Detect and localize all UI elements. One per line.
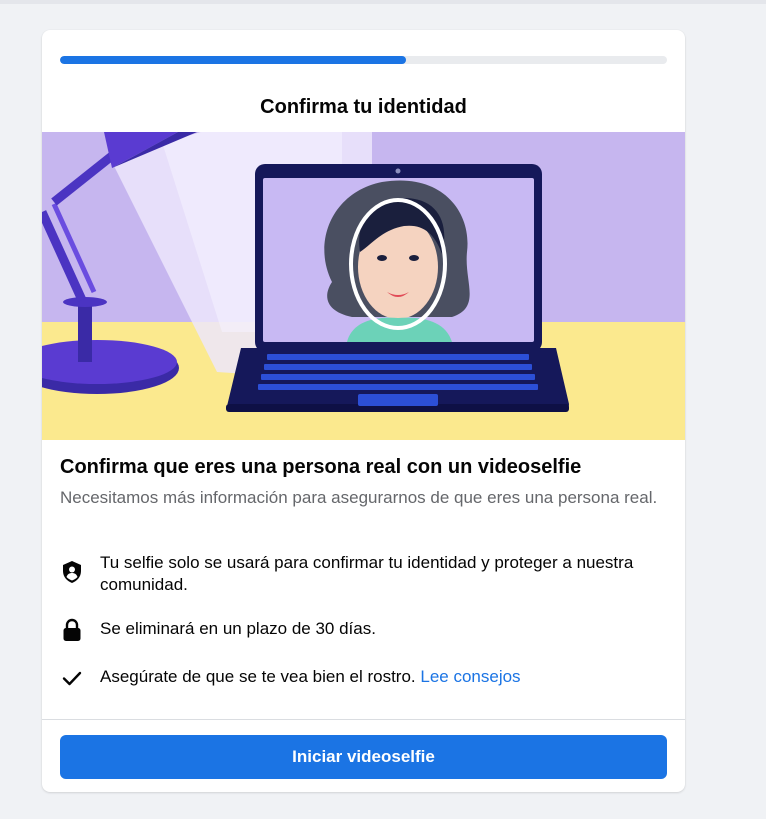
lock-icon xyxy=(60,618,84,642)
list-item-text: Se eliminará en un plazo de 30 días. xyxy=(100,619,376,638)
video-selfie-illustration xyxy=(42,132,685,440)
list-item-face-visibility: Asegúrate de que se te vea bien el rostr… xyxy=(60,666,670,690)
start-video-selfie-button[interactable]: Iniciar videoselfie xyxy=(60,735,667,779)
divider xyxy=(42,719,685,720)
card-title: Confirma tu identidad xyxy=(260,96,467,118)
read-tips-link[interactable]: Lee consejos xyxy=(420,667,520,686)
subtitle: Necesitamos más información para asegura… xyxy=(60,488,658,507)
shield-person-icon xyxy=(60,560,84,584)
headline: Confirma que eres una persona real con u… xyxy=(60,456,582,478)
checkmark-icon xyxy=(60,666,84,690)
top-border xyxy=(0,0,766,4)
list-item-text: Tu selfie solo se usará para confirmar t… xyxy=(100,553,634,594)
progress-fill xyxy=(60,56,406,64)
list-item-text-main: Asegúrate de que se te vea bien el rostr… xyxy=(100,667,421,686)
progress-bar xyxy=(60,56,667,64)
list-item-selfie-usage: Tu selfie solo se usará para confirmar t… xyxy=(60,552,670,596)
list-item-text: Asegúrate de que se te vea bien el rostr… xyxy=(100,666,521,688)
list-item-deletion: Se eliminará en un plazo de 30 días. xyxy=(60,618,670,642)
identity-card: Confirma tu identidad Confirma que eres … xyxy=(42,30,685,792)
